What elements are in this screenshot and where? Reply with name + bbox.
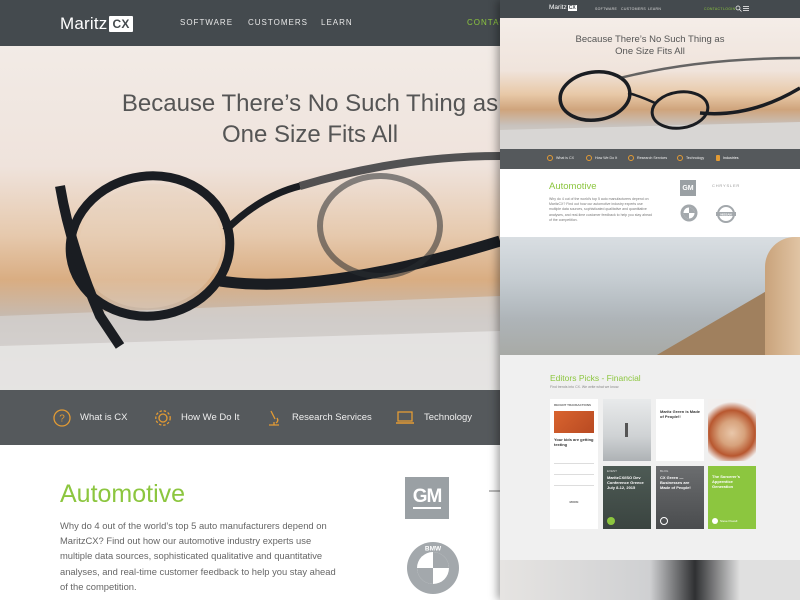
- microscope-icon: [628, 155, 634, 161]
- preview-feature-technology[interactable]: Technology: [677, 155, 704, 161]
- preview-feature-how-we-do-it[interactable]: How We Do It: [586, 155, 617, 161]
- laptop-icon: [677, 155, 683, 161]
- gear-icon: [155, 409, 171, 426]
- play-icon[interactable]: [660, 517, 668, 525]
- logo-text: Maritz: [60, 14, 108, 33]
- desktop-page: Maritz CX SOFTWARE CUSTOMERS LEARN CONTA…: [0, 0, 500, 600]
- bmw-logo: [680, 204, 698, 222]
- chrysler-logo-partial: [489, 490, 500, 492]
- hero-title-line-2: One Size Fits All: [221, 121, 399, 148]
- top-navigation: Maritz CX SOFTWARE CUSTOMERS LEARN CONTA…: [0, 0, 500, 46]
- leaf-icon: [607, 517, 615, 525]
- editors-picks-subtitle: Find trends into CX. We write what we kn…: [550, 385, 620, 389]
- chrysler-logo: CHRYSLER: [712, 183, 741, 188]
- automotive-title: Automotive: [60, 480, 186, 508]
- microscope-icon: [269, 410, 279, 426]
- more-link[interactable]: MORE: [554, 500, 594, 504]
- menu-icon[interactable]: [743, 5, 749, 12]
- svg-text:NISSAN: NISSAN: [720, 212, 731, 216]
- bmw-logo: BMW: [407, 542, 459, 594]
- article-card[interactable]: RECENT TRANSACTIONS Your kids are gettin…: [550, 399, 598, 529]
- preview-logo[interactable]: Maritz CX: [549, 4, 577, 11]
- automotive-description: Why do 4 out of the world’s top 5 auto m…: [60, 520, 336, 592]
- preview-hero: Because There’s No Such Thing as One Siz…: [500, 18, 800, 149]
- gear-icon: [586, 155, 592, 161]
- preview-feature-what-is-cx[interactable]: What is CX: [547, 155, 574, 161]
- nav-customers[interactable]: CUSTOMERS: [248, 18, 308, 27]
- nav-contact[interactable]: CONTAC: [467, 18, 500, 27]
- maritzcx-logo[interactable]: Maritz CX: [60, 14, 133, 34]
- preview-nav-learn[interactable]: LEARN: [648, 7, 661, 11]
- preview-automotive-description: Why do 4 out of the world’s top 5 auto m…: [549, 197, 652, 222]
- preview-feature-research-services[interactable]: Research Services: [628, 155, 667, 161]
- article-card[interactable]: EVENT MaritzCX/ISO Dev Conference Greece…: [603, 466, 651, 529]
- gm-logo: GM: [405, 477, 449, 519]
- nav-software[interactable]: SOFTWARE: [180, 18, 233, 27]
- feature-research-services[interactable]: Research Services: [265, 390, 372, 445]
- preview-nav-contact[interactable]: CONTACT: [704, 7, 723, 11]
- article-thumbnail: [554, 411, 594, 433]
- avatar: [712, 518, 718, 524]
- feature-bar: ? What is CX How We Do It Research Servi…: [0, 390, 500, 445]
- nissan-logo: NISSAN: [716, 205, 736, 223]
- hero-title-line-1: Because There’s No Such Thing as: [121, 90, 499, 117]
- landscape-photo: [500, 237, 800, 355]
- question-icon: ?: [53, 408, 71, 427]
- preview-nav-software[interactable]: SOFTWARE: [595, 7, 617, 11]
- preview-feature-bar: What is CX How We Do It Research Service…: [500, 149, 800, 169]
- nav-learn[interactable]: LEARN: [321, 18, 353, 27]
- feature-label: How We Do It: [181, 412, 240, 423]
- page-preview: Maritz CX SOFTWARE CUSTOMERS LEARN CONTA…: [500, 0, 800, 600]
- search-icon[interactable]: [735, 5, 742, 12]
- logo-badge: CX: [109, 16, 133, 32]
- article-photo-card[interactable]: [603, 399, 651, 461]
- svg-text:?: ?: [59, 413, 65, 424]
- laptop-icon: [396, 410, 414, 424]
- hero-title: Because There’s No Such Thing as One Siz…: [0, 88, 500, 150]
- gm-logo: GM: [680, 180, 696, 196]
- dog-photo-edge: [765, 237, 800, 355]
- question-icon: [547, 155, 553, 161]
- preview-automotive-title: Automotive: [549, 181, 597, 192]
- article-card[interactable]: BLOG CX Green — Businesses are Made of P…: [656, 466, 704, 529]
- article-author: Steve Powell: [712, 518, 737, 524]
- feature-technology[interactable]: Technology: [395, 390, 472, 445]
- hero-banner: Because There’s No Such Thing as One Siz…: [0, 46, 500, 390]
- article-card[interactable]: The Sorcerer’s Apprentice Generation Ste…: [708, 466, 756, 529]
- preview-feature-industries[interactable]: Industries: [716, 155, 739, 161]
- feature-label: Research Services: [292, 412, 372, 423]
- article-card[interactable]: Maritz Green is Made of People!!: [656, 399, 704, 461]
- feature-label: Technology: [424, 412, 473, 423]
- preview-nav-login[interactable]: LOGIN: [723, 7, 735, 11]
- feature-label: What is CX: [80, 412, 128, 423]
- preview-hero-title: Because There’s No Such Thing as One Siz…: [575, 34, 725, 57]
- feature-how-we-do-it[interactable]: How We Do It: [154, 390, 239, 445]
- portrait-photo-card[interactable]: [708, 399, 756, 461]
- svg-text:BMW: BMW: [425, 546, 442, 553]
- feature-what-is-cx[interactable]: ? What is CX: [53, 390, 128, 445]
- editors-picks-title: Editors Picks - Financial: [550, 373, 641, 383]
- preview-navigation: Maritz CX SOFTWARE CUSTOMERS LEARN CONTA…: [500, 0, 800, 18]
- building-icon: [716, 155, 720, 161]
- bottom-photo-strip: [500, 560, 800, 600]
- preview-nav-customers[interactable]: CUSTOMERS: [621, 7, 646, 11]
- person-figure: [625, 423, 628, 437]
